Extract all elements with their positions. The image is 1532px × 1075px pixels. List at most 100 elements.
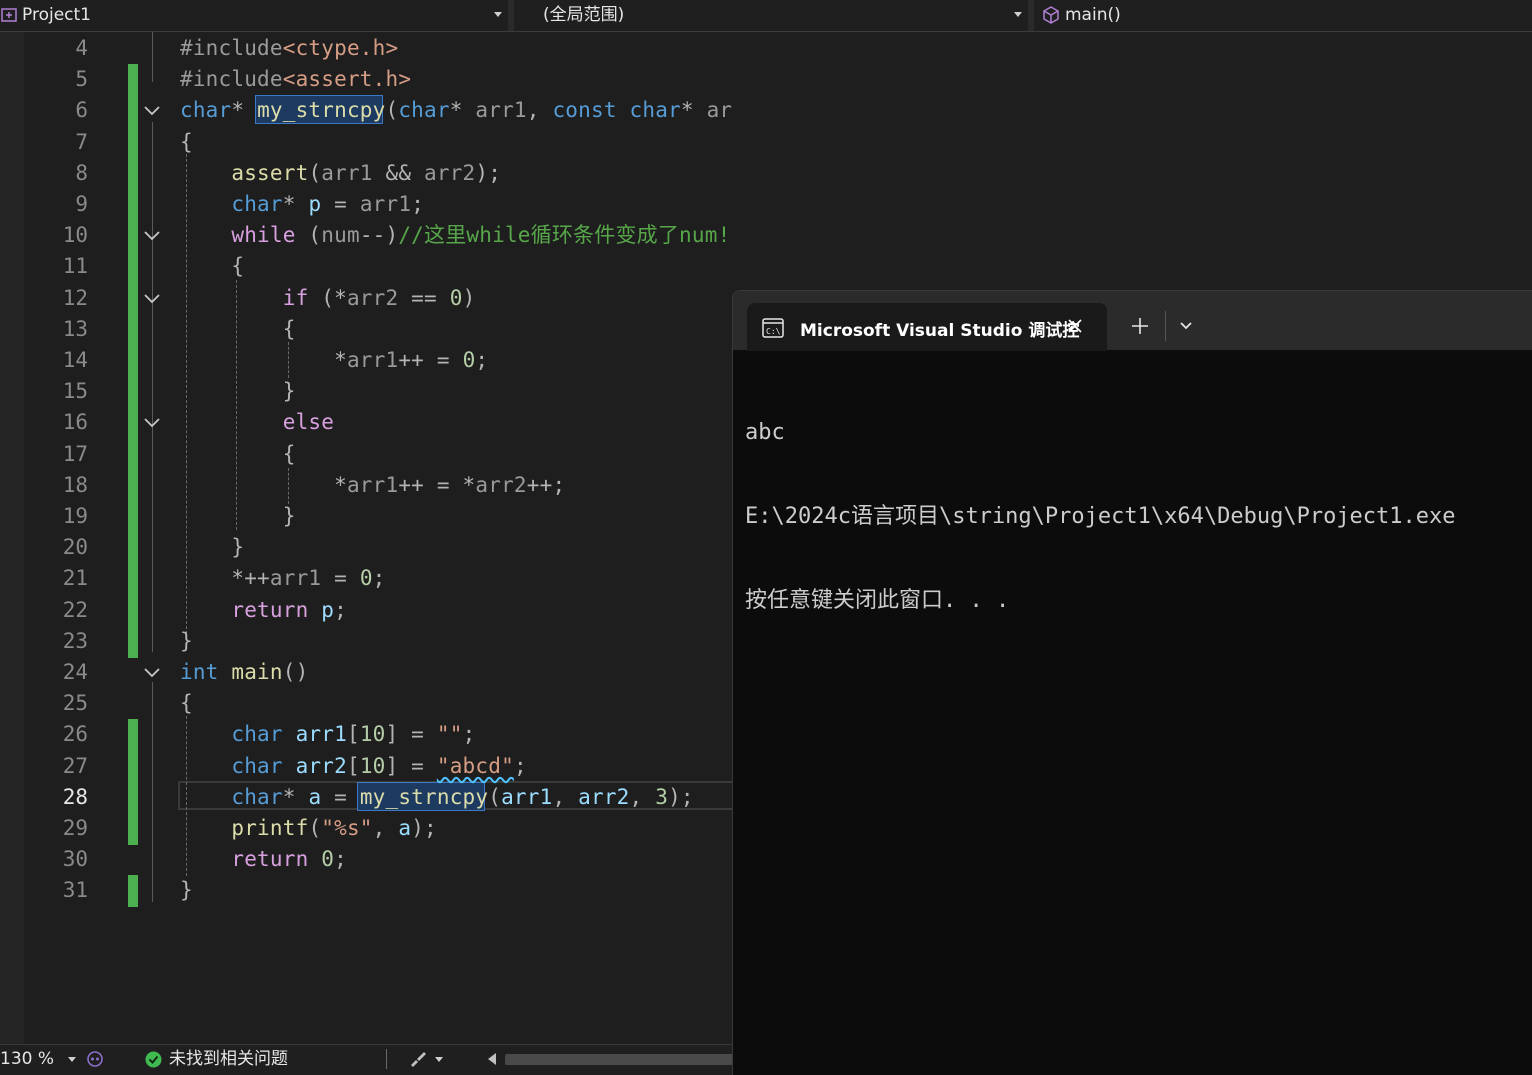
line-number: 25	[62, 691, 88, 716]
code-line[interactable]: 12 if (*arr2 == 0)	[0, 282, 733, 315]
code-line[interactable]: 4 #include<ctype.h>	[0, 33, 733, 64]
code-token: }	[180, 628, 193, 653]
dropdown-caret-icon[interactable]	[68, 1057, 76, 1062]
line-number: 23	[62, 628, 88, 653]
code-token: (	[488, 784, 502, 809]
change-marker	[128, 750, 138, 783]
line-number: 11	[62, 254, 88, 279]
code-token: (	[308, 816, 322, 840]
change-marker	[128, 157, 138, 190]
code-token: char	[180, 98, 232, 123]
code-text: }	[180, 875, 193, 906]
code-line[interactable]: 18 *arr1++ = *arr2++;	[0, 469, 733, 502]
code-token: 0	[462, 348, 476, 372]
code-line[interactable]: 6 char* my_strncpy(char* arr1, const char…	[0, 95, 733, 128]
code-line[interactable]: 20 }	[0, 532, 733, 565]
code-token: char	[231, 784, 283, 809]
fold-chevron-icon[interactable]	[143, 103, 161, 117]
code-line[interactable]: 17 {	[0, 438, 733, 471]
code-line[interactable]: 10 while (num--)//这里while循环条件变成了num! =0循…	[0, 220, 733, 253]
code-line[interactable]: 24 int main()	[0, 657, 733, 688]
fold-chevron-icon[interactable]	[143, 665, 161, 679]
dropdown-caret-icon	[494, 12, 502, 17]
code-token: {	[180, 316, 296, 341]
code-token: assert	[231, 160, 309, 185]
code-token: arr1	[269, 566, 322, 591]
line-number: 4	[75, 36, 88, 60]
project-dropdown-label: Project1	[22, 5, 91, 25]
change-marker	[128, 594, 138, 627]
change-marker	[128, 407, 138, 440]
chevron-down-icon[interactable]	[1179, 321, 1193, 331]
code-line[interactable]: 13 {	[0, 313, 733, 346]
code-line[interactable]: 23}	[0, 625, 733, 658]
fold-chevron-icon[interactable]	[143, 291, 161, 305]
code-line[interactable]: 15 }	[0, 376, 733, 409]
code-line[interactable]: 7{	[0, 126, 733, 159]
code-line[interactable]: 11 {	[0, 251, 733, 284]
code-line[interactable]: 5 #include<assert.h>	[0, 64, 733, 97]
scroll-left-icon[interactable]	[488, 1053, 496, 1065]
code-line[interactable]: 19 }	[0, 501, 733, 533]
code-token: 3	[655, 784, 669, 809]
code-line[interactable]: 29 printf("%s", a);	[0, 813, 733, 845]
code-token: 0	[449, 285, 463, 310]
code-token: arr2	[706, 98, 733, 123]
code-line[interactable]: 27 char arr2[10] = "abcd";	[0, 750, 733, 783]
code-token: *	[449, 98, 476, 123]
zoom-level[interactable]: 130 %	[0, 1045, 54, 1073]
code-line[interactable]: 8 assert(arr1 && arr2);	[0, 157, 733, 190]
fold-chevron-icon[interactable]	[143, 415, 161, 429]
code-text: #include<assert.h>	[180, 64, 411, 95]
change-marker	[128, 376, 138, 409]
code-line[interactable]: 28 char* a = my_strncpy(arr1, arr2, 3);	[0, 781, 733, 814]
code-line[interactable]: 14 *arr1++ = 0;	[0, 345, 733, 377]
fold-chevron-icon[interactable]	[143, 228, 161, 242]
code-line[interactable]: 31}	[0, 875, 733, 908]
code-token: int	[180, 660, 219, 684]
issues-status[interactable]: 未找到相关问题	[169, 1045, 288, 1073]
code-token: ++ =	[398, 348, 463, 372]
code-token: &&	[372, 160, 425, 185]
scope-dropdown[interactable]: (全局范围)	[514, 0, 1028, 31]
code-text: return p;	[180, 595, 347, 626]
code-line[interactable]: 22 return p;	[0, 594, 733, 627]
code-token: arr2	[295, 753, 347, 778]
code-line[interactable]: 16 else	[0, 407, 733, 440]
member-dropdown[interactable]: main()	[1034, 0, 1532, 31]
copilot-icon[interactable]	[86, 1050, 104, 1068]
change-marker	[128, 469, 138, 502]
code-line[interactable]: 21 *++arr1 = 0;	[0, 563, 733, 596]
code-line[interactable]: 9 char* p = arr1;	[0, 189, 733, 221]
close-icon[interactable]	[1067, 318, 1083, 334]
dropdown-caret-icon[interactable]	[435, 1057, 443, 1062]
code-token: );	[668, 784, 694, 809]
code-line[interactable]: 25 {	[0, 688, 733, 719]
change-marker	[128, 438, 138, 471]
line-number: 7	[75, 129, 88, 154]
code-editor[interactable]: 4 #include<ctype.h> 5 #include<assert.h> 6 ch…	[0, 32, 733, 1044]
line-number: 19	[62, 504, 88, 528]
change-marker	[128, 563, 138, 596]
code-text: char* p = arr1;	[180, 189, 424, 220]
debug-console-window[interactable]: C:\ Microsoft Visual Studio 调试控 abc E:\2…	[732, 290, 1532, 1075]
code-token: "%s"	[321, 816, 373, 840]
change-marker	[128, 220, 138, 253]
code-text: printf("%s", a);	[180, 813, 437, 844]
code-text: char arr2[10] = "abcd";	[180, 751, 527, 782]
code-token: arr1	[475, 98, 527, 123]
terminal-tab-title: Microsoft Visual Studio 调试控	[800, 321, 1080, 341]
code-line[interactable]: 26 char arr1[10] = "";	[0, 719, 733, 752]
plus-icon[interactable]	[1131, 317, 1149, 335]
terminal-tab[interactable]: C:\ Microsoft Visual Studio 调试控	[747, 303, 1107, 351]
code-line[interactable]: 30 return 0;	[0, 844, 733, 875]
project-dropdown[interactable]: Project1	[0, 0, 508, 31]
code-token: --)	[359, 223, 399, 248]
code-text: *arr1++ = *arr2++;	[180, 470, 565, 501]
line-number: 26	[62, 722, 88, 747]
horizontal-scrollbar[interactable]	[505, 1054, 733, 1065]
code-token: ;	[334, 597, 347, 622]
brush-icon[interactable]	[408, 1050, 428, 1068]
